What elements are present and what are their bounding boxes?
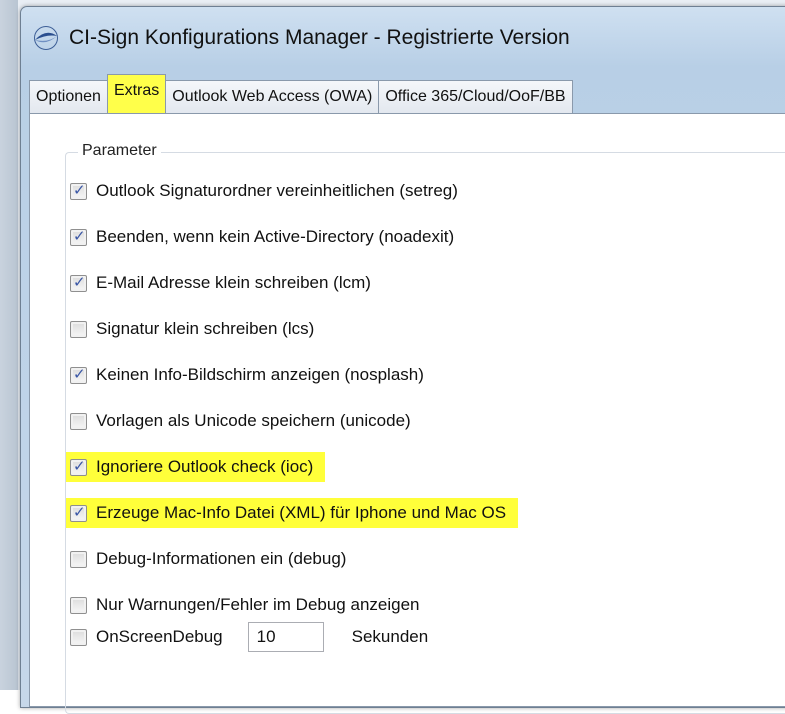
ci-sign-app-icon xyxy=(34,26,58,50)
option-row-unicode: Vorlagen als Unicode speichern (unicode) xyxy=(70,406,411,436)
onscreen-debug-checkbox[interactable] xyxy=(70,628,87,646)
tab-optionen[interactable]: Optionen xyxy=(29,80,108,113)
onscreen-debug-row: OnScreenDebug Sekunden xyxy=(70,622,428,652)
checkmark-icon: ✓ xyxy=(73,503,86,521)
option-label-unicode: Vorlagen als Unicode speichern (unicode) xyxy=(96,411,411,430)
seconds-unit-label: Sekunden xyxy=(351,627,429,646)
option-checkbox-lcm[interactable]: ✓ xyxy=(70,273,87,292)
option-row-lcs: Signatur klein schreiben (lcs) xyxy=(70,314,314,344)
background-window-edge xyxy=(0,0,18,690)
onscreen-debug-label: OnScreenDebug xyxy=(96,627,223,646)
option-label-debug-warnings: Nur Warnungen/Fehler im Debug anzeigen xyxy=(96,595,420,614)
option-checkbox-ioc[interactable]: ✓ xyxy=(70,457,87,476)
parameter-group-label: Parameter xyxy=(78,142,161,160)
option-label-mac-info: Erzeuge Mac-Info Datei (XML) für Iphone … xyxy=(96,503,507,522)
option-row-setreg: ✓ Outlook Signaturordner vereinheitlichen… xyxy=(70,176,458,206)
option-row-mac-info: ✓ Erzeuge Mac-Info Datei (XML) für Iphone… xyxy=(66,498,519,528)
window-title: CI-Sign Konfigurations Manager - Registr… xyxy=(69,26,570,49)
checkmark-icon: ✓ xyxy=(73,227,86,245)
option-row-debug-warnings: Nur Warnungen/Fehler im Debug anzeigen xyxy=(70,590,420,620)
option-row-nosplash: ✓ Keinen Info-Bildschirm anzeigen (nospla… xyxy=(70,360,424,390)
tab-extras[interactable]: Extras xyxy=(106,74,167,113)
option-label-noadexit: Beenden, wenn kein Active-Directory (noa… xyxy=(96,227,455,246)
tab-bar: Optionen Extras Outlook Web Access (OWA)… xyxy=(29,73,785,113)
option-checkbox-lcs[interactable] xyxy=(70,320,87,338)
extras-panel: Parameter ✓ Outlook Signaturordner verein… xyxy=(29,113,785,714)
option-row-lcm: ✓ E-Mail Adresse klein schreiben (lcm) xyxy=(70,268,371,298)
option-checkbox-noadexit[interactable]: ✓ xyxy=(70,227,87,246)
option-label-ioc: Ignoriere Outlook check (ioc) xyxy=(96,457,314,476)
option-label-lcs: Signatur klein schreiben (lcs) xyxy=(96,319,315,338)
option-checkbox-mac-info[interactable]: ✓ xyxy=(70,503,87,522)
option-checkbox-unicode[interactable] xyxy=(70,412,87,430)
option-label-setreg: Outlook Signaturordner vereinheitlichen … xyxy=(96,181,458,200)
onscreen-seconds-input[interactable] xyxy=(247,622,324,652)
title-bar[interactable]: CI-Sign Konfigurations Manager - Registr… xyxy=(21,7,785,69)
option-row-noadexit: ✓ Beenden, wenn kein Active-Directory (no… xyxy=(70,222,454,252)
option-checkbox-debug[interactable] xyxy=(70,550,87,568)
option-label-lcm: E-Mail Adresse klein schreiben (lcm) xyxy=(96,273,371,292)
option-checkbox-nosplash[interactable]: ✓ xyxy=(70,365,87,384)
option-label-debug: Debug-Informationen ein (debug) xyxy=(96,549,347,568)
tab-office365[interactable]: Office 365/Cloud/OoF/BB xyxy=(378,80,573,113)
checkmark-icon: ✓ xyxy=(73,365,86,383)
option-row-debug: Debug-Informationen ein (debug) xyxy=(70,544,346,574)
option-row-ioc: ✓ Ignoriere Outlook check (ioc) xyxy=(66,452,326,482)
option-checkbox-setreg[interactable]: ✓ xyxy=(70,181,87,200)
checkmark-icon: ✓ xyxy=(73,273,86,291)
tab-owa[interactable]: Outlook Web Access (OWA) xyxy=(165,80,380,113)
config-manager-window: CI-Sign Konfigurations Manager - Registr… xyxy=(20,6,785,714)
checkmark-icon: ✓ xyxy=(73,457,86,475)
option-checkbox-debug-warnings[interactable] xyxy=(70,596,87,614)
checkmark-icon: ✓ xyxy=(73,181,86,199)
option-label-nosplash: Keinen Info-Bildschirm anzeigen (nosplas… xyxy=(96,365,424,384)
